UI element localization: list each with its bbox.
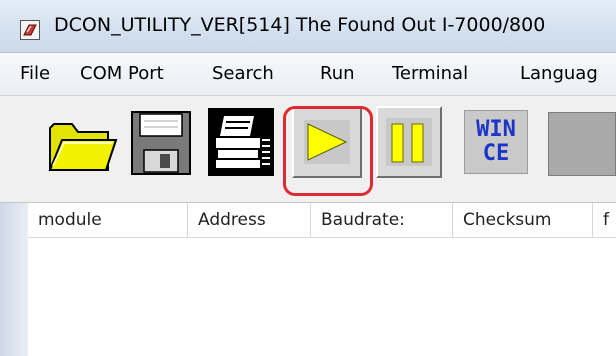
menu-search[interactable]: Search	[212, 63, 274, 84]
window-title: DCON_UTILITY_VER[514] The Found Out I-70…	[54, 14, 546, 36]
menu-bar: File COM Port Search Run Terminal Langua…	[0, 53, 616, 96]
wince-label-line2: CE	[482, 141, 510, 166]
column-module[interactable]: module	[28, 203, 188, 237]
column-baudrate[interactable]: Baudrate:	[311, 203, 453, 237]
run-button-highlight	[283, 106, 373, 196]
wince-button[interactable]: WIN CE	[460, 106, 532, 178]
pause-button[interactable]	[376, 106, 442, 178]
blank-button-icon	[548, 112, 616, 176]
wince-label-line1: WIN	[476, 117, 516, 142]
menu-file[interactable]: File	[20, 63, 50, 84]
menu-run[interactable]: Run	[320, 63, 355, 84]
floppy-disk-icon	[131, 111, 191, 175]
menu-com-port[interactable]: COM Port	[80, 63, 164, 84]
wince-icon: WIN CE	[464, 110, 528, 174]
folder-open-icon	[48, 123, 118, 171]
column-partial[interactable]: f	[593, 203, 616, 237]
window-left-border	[0, 203, 29, 356]
pause-icon	[386, 118, 432, 166]
app-icon[interactable]	[20, 20, 40, 40]
module-list[interactable]	[28, 238, 616, 356]
blank-button[interactable]	[544, 106, 616, 178]
app-window: DCON_UTILITY_VER[514] The Found Out I-70…	[0, 0, 616, 356]
open-button[interactable]	[44, 106, 118, 178]
title-bar[interactable]: DCON_UTILITY_VER[514] The Found Out I-70…	[0, 0, 616, 53]
column-address[interactable]: Address	[188, 203, 311, 237]
print-button[interactable]	[204, 106, 278, 178]
module-list-header: module Address Baudrate: Checksum f	[28, 203, 616, 238]
printer-icon	[208, 108, 274, 176]
menu-terminal[interactable]: Terminal	[392, 63, 468, 84]
save-button[interactable]	[124, 106, 198, 178]
column-checksum[interactable]: Checksum	[453, 203, 593, 237]
menu-language[interactable]: Languag	[520, 63, 598, 84]
